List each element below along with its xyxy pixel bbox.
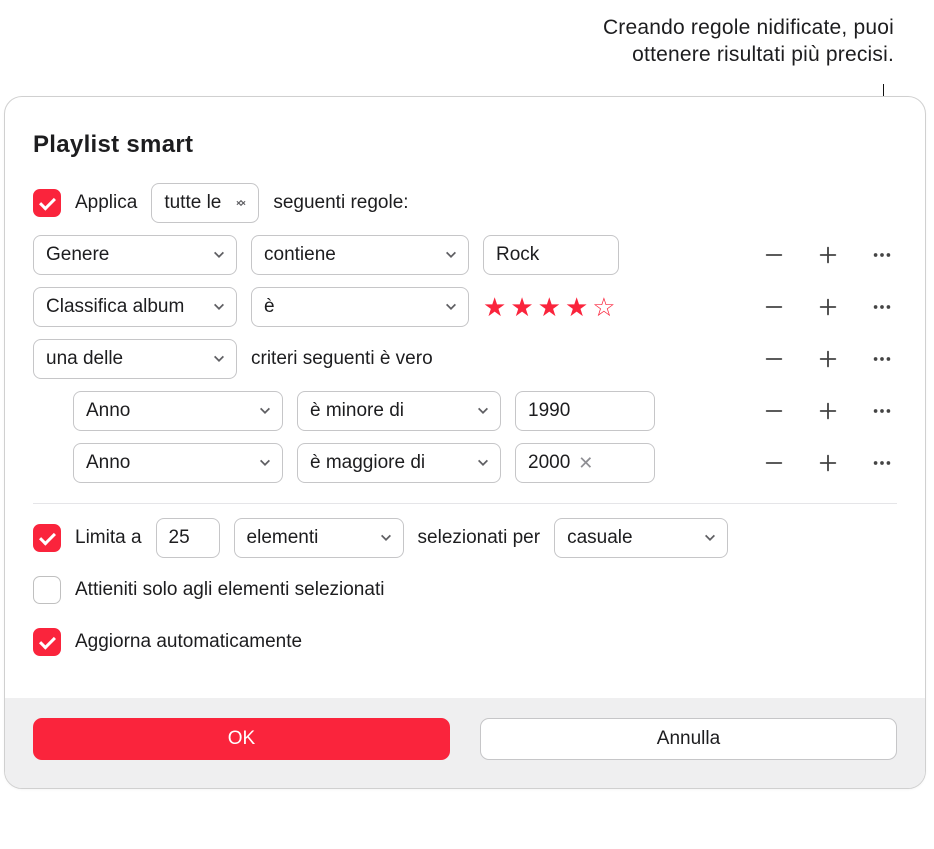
rule-operator-select[interactable]: contiene [251, 235, 469, 275]
match-row: Applica tutte le seguenti regole: [33, 177, 897, 229]
cancel-button[interactable]: Annulla [480, 718, 897, 760]
rule-value-input[interactable]: Rock [483, 235, 619, 275]
checked-only-label: Attieniti solo agli elementi selezionati [75, 579, 384, 601]
limit-order-value: casuale [567, 527, 655, 549]
rule-more-button[interactable] [867, 443, 897, 483]
rule-field-value: Genere [46, 244, 131, 266]
limit-unit-select[interactable]: elementi [234, 518, 404, 558]
callout-text: Creando regole nidificate, puoi ottenere… [603, 14, 894, 69]
ok-button[interactable]: OK [33, 718, 450, 760]
limit-label: Limita a [75, 527, 142, 549]
callout-line-1: Creando regole nidificate, puoi [603, 14, 894, 41]
rule-value-input[interactable]: 2000 ✕ [515, 443, 655, 483]
match-mode-select[interactable]: tutte le [151, 183, 259, 223]
live-updating-checkbox[interactable] [33, 628, 61, 656]
rule-field-select[interactable]: Anno [73, 391, 283, 431]
rule-rating-stars[interactable]: ★ ★ ★ ★ ☆ [483, 292, 616, 323]
add-rule-button[interactable] [813, 235, 843, 275]
rule-operator-select[interactable]: è [251, 287, 469, 327]
chevron-down-icon [212, 300, 226, 314]
rule-field-value: Classifica album [46, 296, 206, 318]
ok-button-label: OK [228, 728, 255, 750]
chevron-down-icon [703, 531, 717, 545]
rule-value-text: 1990 [528, 400, 570, 422]
chevron-down-icon [476, 404, 490, 418]
nested-rule-row: Anno è maggiore di 2000 ✕ [73, 437, 897, 489]
star-filled-icon: ★ [538, 292, 561, 323]
rule-row: Genere contiene Rock [33, 229, 897, 281]
chevron-down-icon [258, 456, 272, 470]
rule-operator-select[interactable]: è maggiore di [297, 443, 501, 483]
chevron-down-icon [212, 248, 226, 262]
chevron-down-icon [379, 531, 393, 545]
star-filled-icon: ★ [565, 292, 588, 323]
rule-value-text: 2000 [528, 452, 570, 474]
star-filled-icon: ★ [510, 292, 533, 323]
dialog-footer: OK Annulla [5, 698, 925, 788]
chevron-down-icon [258, 404, 272, 418]
rule-more-button[interactable] [867, 235, 897, 275]
rule-value-text: Rock [496, 244, 539, 266]
chevron-down-icon [444, 248, 458, 262]
selected-by-label: selezionati per [418, 527, 541, 549]
rule-more-button[interactable] [867, 287, 897, 327]
chevron-down-icon [234, 196, 248, 210]
limit-checkbox[interactable] [33, 524, 61, 552]
nested-group-row: una delle criteri seguenti è vero [33, 333, 897, 385]
rule-field-select[interactable]: Classifica album [33, 287, 237, 327]
add-rule-button[interactable] [813, 391, 843, 431]
rule-operator-value: contiene [264, 244, 358, 266]
rule-operator-value: è [264, 296, 297, 318]
remove-rule-button[interactable] [759, 391, 789, 431]
add-rule-button[interactable] [813, 287, 843, 327]
live-updating-label: Aggiorna automaticamente [75, 631, 302, 653]
rule-field-value: Anno [86, 452, 152, 474]
rule-value-input[interactable]: 1990 [515, 391, 655, 431]
rule-field-select[interactable]: Anno [73, 443, 283, 483]
rule-operator-value: è maggiore di [310, 452, 447, 474]
add-rule-button[interactable] [813, 443, 843, 483]
dialog-title: Playlist smart [33, 131, 897, 159]
limit-unit-value: elementi [247, 527, 341, 549]
rule-operator-value: è minore di [310, 400, 426, 422]
rule-more-button[interactable] [867, 339, 897, 379]
limit-row: Limita a 25 elementi selezionati per cas… [33, 512, 897, 564]
rule-row: Classifica album è ★ ★ ★ ★ ☆ [33, 281, 897, 333]
remove-rule-button[interactable] [759, 443, 789, 483]
smart-playlist-dialog: Playlist smart Applica tutte le seguenti… [4, 96, 926, 789]
checked-only-checkbox[interactable] [33, 576, 61, 604]
clear-value-icon[interactable]: ✕ [578, 453, 593, 474]
group-mode-select[interactable]: una delle [33, 339, 237, 379]
apply-rules-label: Applica [75, 192, 137, 214]
chevron-down-icon [444, 300, 458, 314]
callout-line-2: ottenere risultati più precisi. [603, 41, 894, 68]
nested-rule-row: Anno è minore di 1990 [73, 385, 897, 437]
cancel-button-label: Annulla [657, 728, 720, 750]
live-updating-row: Aggiorna automaticamente [33, 616, 897, 668]
checked-only-row: Attieniti solo agli elementi selezionati [33, 564, 897, 616]
divider [33, 503, 897, 504]
star-filled-icon: ★ [483, 292, 506, 323]
apply-rules-checkbox[interactable] [33, 189, 61, 217]
group-mode-value: una delle [46, 348, 145, 370]
match-mode-value: tutte le [164, 192, 243, 214]
add-rule-button[interactable] [813, 339, 843, 379]
rule-more-button[interactable] [867, 391, 897, 431]
limit-count-value: 25 [169, 527, 190, 549]
limit-order-select[interactable]: casuale [554, 518, 728, 558]
remove-rule-button[interactable] [759, 235, 789, 275]
chevron-down-icon [476, 456, 490, 470]
match-suffix-label: seguenti regole: [273, 192, 408, 214]
rule-field-select[interactable]: Genere [33, 235, 237, 275]
rule-field-value: Anno [86, 400, 152, 422]
rule-operator-select[interactable]: è minore di [297, 391, 501, 431]
chevron-down-icon [212, 352, 226, 366]
remove-rule-button[interactable] [759, 339, 789, 379]
group-suffix-label: criteri seguenti è vero [251, 348, 433, 370]
remove-rule-button[interactable] [759, 287, 789, 327]
limit-count-input[interactable]: 25 [156, 518, 220, 558]
star-empty-icon: ☆ [592, 292, 615, 323]
